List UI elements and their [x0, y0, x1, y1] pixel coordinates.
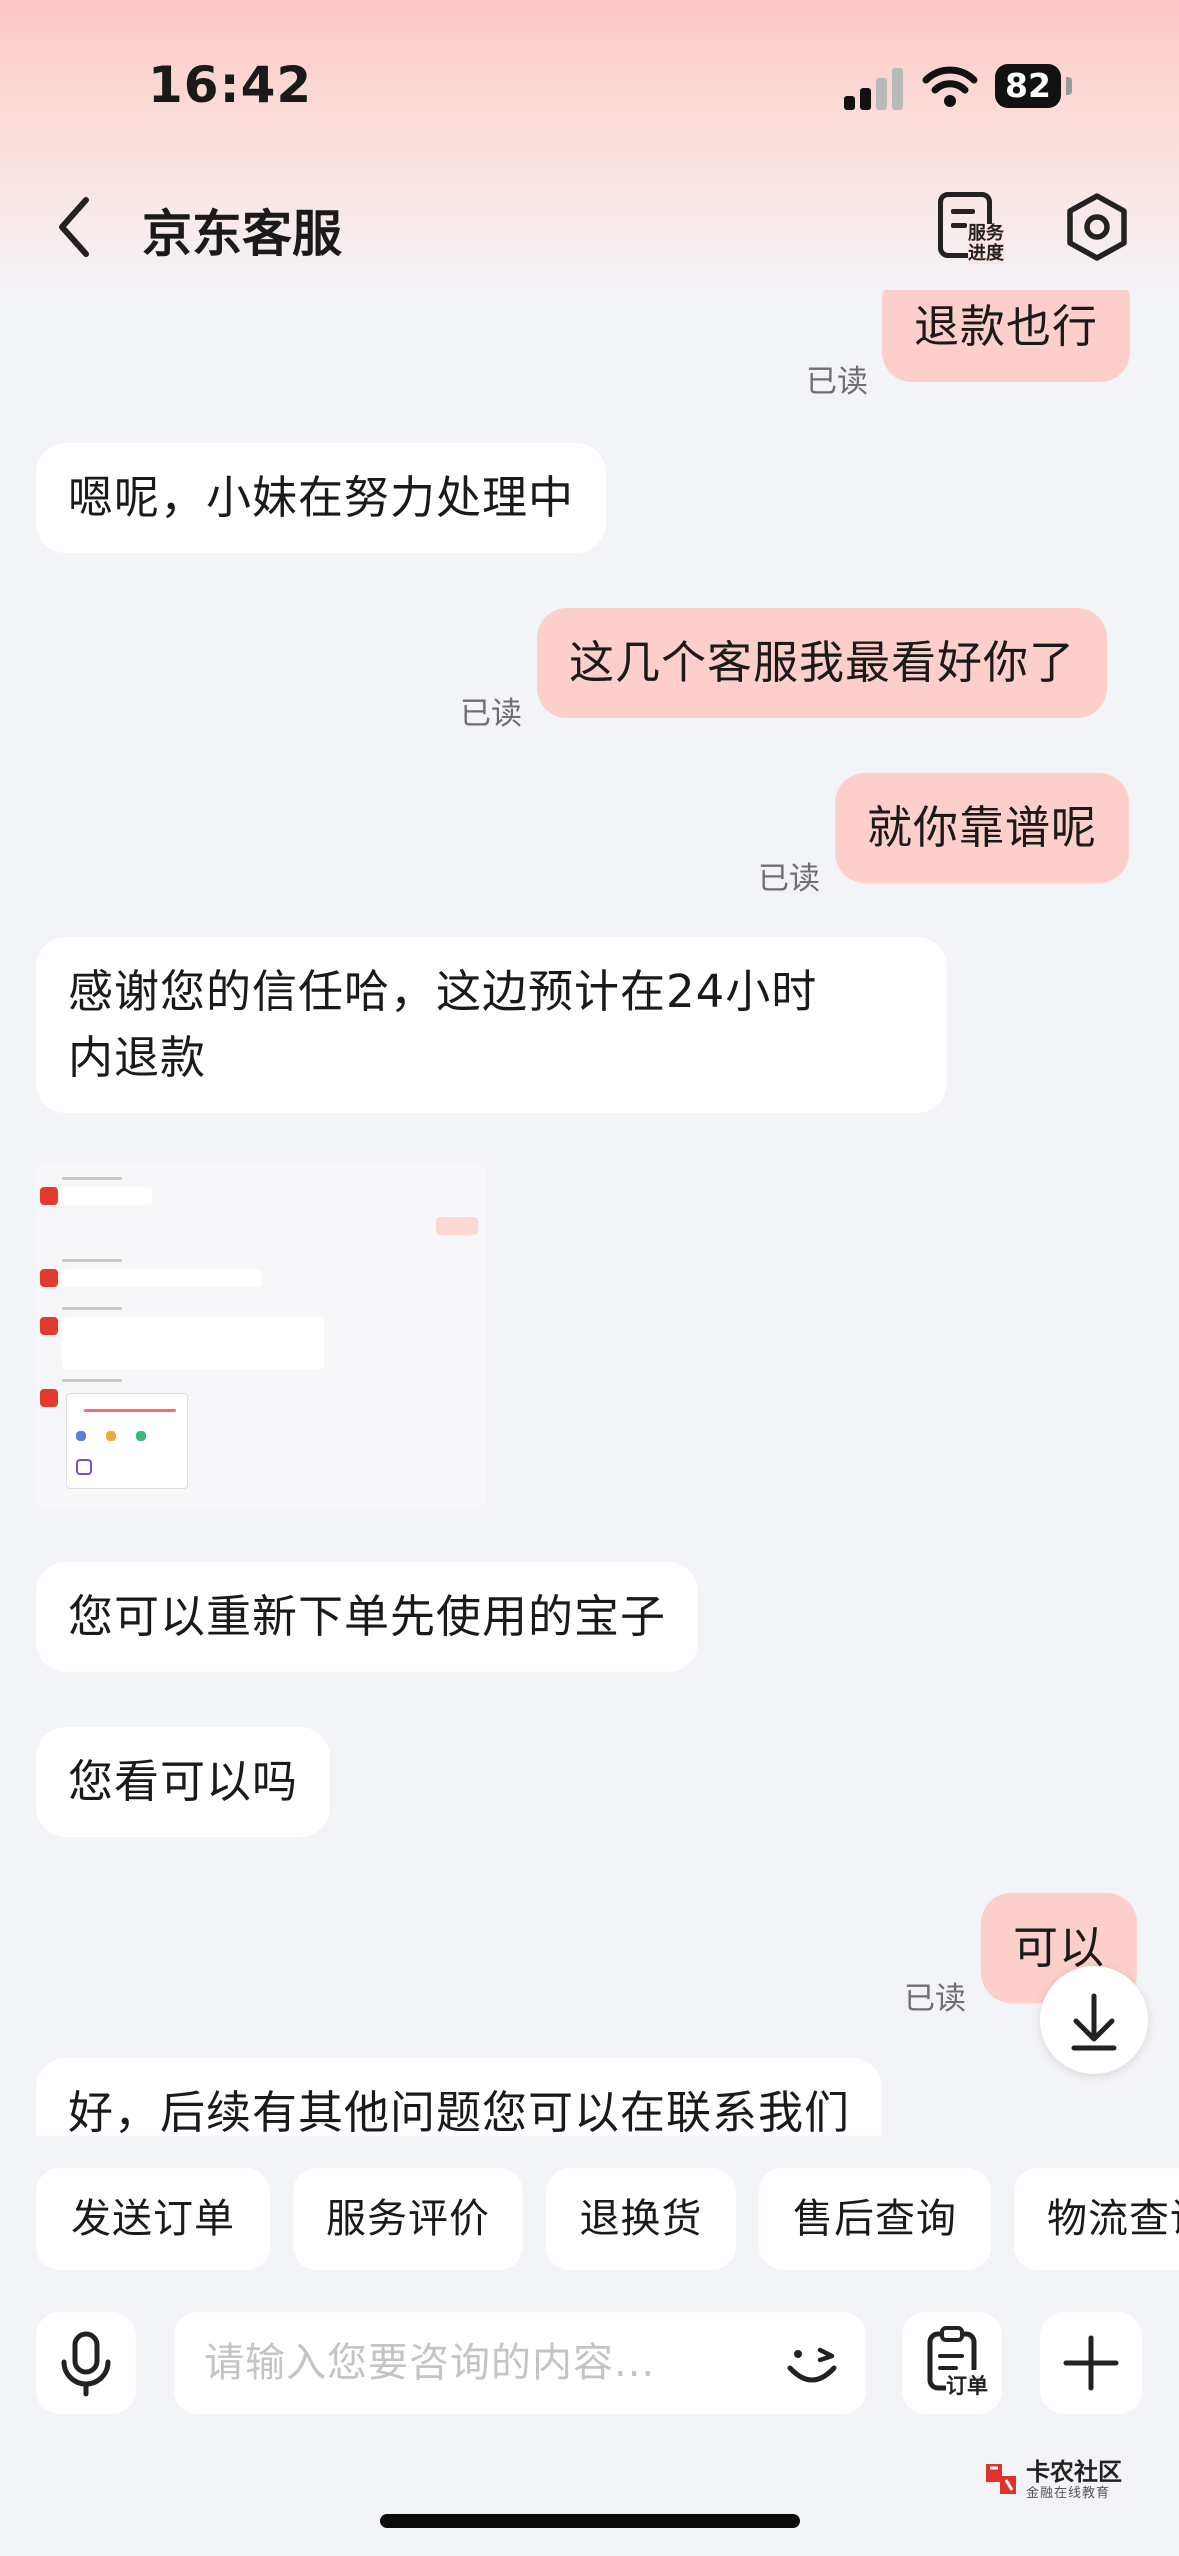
- message-text-line: 内退款: [68, 1031, 207, 1084]
- wifi-icon: [922, 66, 978, 107]
- cellular-signal-icon: [844, 68, 904, 110]
- message-text: 嗯呢，小妹在努力处理中: [68, 471, 575, 524]
- arrow-down-icon: [1071, 1993, 1117, 2051]
- status-bar: 16:42 82: [0, 0, 1179, 170]
- quick-action-logistics-query[interactable]: 物流查询: [1014, 2168, 1179, 2270]
- voice-input-button[interactable]: [36, 2312, 136, 2414]
- service-progress-button[interactable]: 服务 进度: [934, 188, 1010, 268]
- quick-action-return-exchange[interactable]: 退换货: [546, 2168, 736, 2270]
- message-bubble-incoming[interactable]: 感谢您的信任哈，这边预计在24小时 内退款: [36, 937, 947, 1113]
- read-receipt: 已读: [460, 696, 522, 732]
- message-text-line: 感谢您的信任哈，这边预计在24小时: [68, 965, 818, 1018]
- message-bubble-outgoing[interactable]: 退款也行: [882, 290, 1131, 382]
- progress-label-line1: 服务: [968, 223, 1004, 244]
- battery-tip: [1066, 77, 1072, 95]
- message-bubble-outgoing[interactable]: 就你靠谱呢: [835, 773, 1130, 883]
- watermark-logo: 卡农社区 金融在线教育: [980, 2452, 1140, 2512]
- read-receipt: 已读: [758, 861, 820, 897]
- logo-icon: [986, 2464, 1016, 2494]
- message-text: 好，后续有其他问题您可以在联系我们: [68, 2086, 851, 2136]
- message-bubble-incoming[interactable]: 好，后续有其他问题您可以在联系我们: [36, 2058, 883, 2136]
- plus-icon: [1063, 2335, 1119, 2391]
- scroll-to-bottom-button[interactable]: [1040, 1966, 1148, 2074]
- battery-indicator: 82: [995, 64, 1061, 108]
- image-message-thumbnail[interactable]: [36, 1163, 486, 1508]
- message-bubble-incoming[interactable]: 您看可以吗: [36, 1727, 331, 1837]
- message-text: 您可以重新下单先使用的宝子: [68, 1590, 667, 1643]
- order-button[interactable]: 订单: [902, 2312, 1002, 2414]
- read-receipt: 已读: [806, 364, 868, 400]
- message-text: 这几个客服我最看好你了: [569, 636, 1076, 689]
- quick-action-service-rating[interactable]: 服务评价: [293, 2168, 523, 2270]
- emoji-wink-icon[interactable]: [782, 2338, 842, 2392]
- message-text: 您看可以吗: [68, 1755, 299, 1808]
- progress-label-line2: 进度: [968, 243, 1004, 264]
- page-title: 京东客服: [142, 205, 342, 263]
- status-time: 16:42: [148, 56, 313, 114]
- home-indicator: [380, 2514, 800, 2528]
- message-input[interactable]: 请输入您要咨询的内容...: [174, 2312, 866, 2414]
- input-bar: 请输入您要咨询的内容... 订单: [0, 2312, 1179, 2416]
- nav-bar: 京东客服 服务 进度: [0, 170, 1179, 290]
- message-bubble-incoming[interactable]: 您可以重新下单先使用的宝子: [36, 1562, 699, 1672]
- back-arrow-icon[interactable]: [50, 192, 100, 262]
- message-text: 就你靠谱呢: [867, 801, 1098, 854]
- microphone-icon: [61, 2331, 111, 2397]
- chat-area[interactable]: 退款也行 已读 嗯呢，小妹在努力处理中 这几个客服我最看好你了 已读 就你靠谱呢…: [0, 290, 1179, 2136]
- order-label: 订单: [946, 2370, 988, 2400]
- quick-actions-bar: 发送订单 服务评价 退换货 售后查询 物流查询: [0, 2168, 1179, 2272]
- quick-action-send-order[interactable]: 发送订单: [36, 2168, 270, 2270]
- watermark-subtitle: 金融在线教育: [1026, 2486, 1111, 2501]
- more-plus-button[interactable]: [1040, 2312, 1142, 2414]
- service-progress-label: 服务 进度: [968, 224, 1004, 264]
- quick-action-aftersale-query[interactable]: 售后查询: [759, 2168, 991, 2270]
- settings-hexagon-icon[interactable]: [1062, 188, 1132, 268]
- message-bubble-incoming[interactable]: 嗯呢，小妹在努力处理中: [36, 443, 607, 553]
- read-receipt: 已读: [904, 1981, 966, 2017]
- message-bubble-outgoing[interactable]: 这几个客服我最看好你了: [537, 608, 1108, 718]
- message-text: 退款也行: [914, 300, 1099, 353]
